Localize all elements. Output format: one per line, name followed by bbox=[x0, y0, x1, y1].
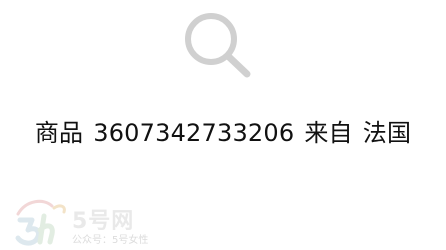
origin-country: 法国 bbox=[362, 119, 412, 147]
5h-logo-icon bbox=[15, 199, 66, 246]
barcode-number: 3607342733206 bbox=[93, 119, 295, 147]
product-origin-text: 商品 3607342733206 来自 法国 bbox=[0, 113, 446, 148]
scan-result-screen: 商品 3607342733206 来自 法国 5号网 公众号：5号女性 bbox=[0, 0, 446, 250]
from-label: 来自 bbox=[304, 119, 353, 147]
watermark: 5号网 公众号：5号女性 bbox=[10, 196, 170, 248]
search-icon bbox=[185, 13, 251, 78]
watermark-subtitle: 公众号：5号女性 bbox=[72, 235, 149, 246]
product-label: 商品 bbox=[34, 119, 84, 147]
